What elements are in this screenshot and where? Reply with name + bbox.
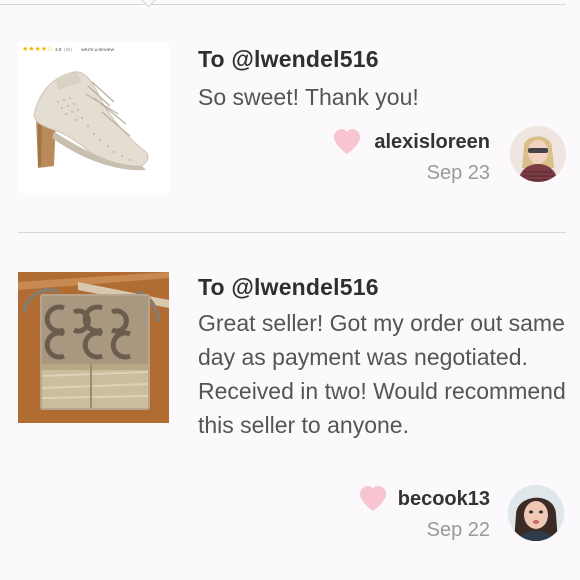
review-divider: [18, 232, 566, 233]
review-date: Sep 23: [426, 162, 490, 184]
heart-icon[interactable]: [332, 128, 362, 156]
shoe-image: ★★★★☆ 3.8 (28) WRITE A REVIEW: [18, 42, 169, 193]
avatar[interactable]: [510, 126, 566, 182]
review-message: Great seller! Got my order out same day …: [198, 310, 566, 438]
handbag-image: [18, 272, 169, 423]
heart-icon[interactable]: [358, 485, 388, 513]
svg-text:★★★★☆: ★★★★☆: [22, 45, 53, 53]
avatar-image: [510, 126, 566, 182]
product-thumbnail[interactable]: [18, 272, 169, 423]
rating-stars: ★★★★☆: [22, 45, 53, 53]
product-rating-text: 3.8: [55, 47, 62, 52]
review-message: So sweet! Thank you!: [198, 84, 419, 110]
write-review-link: WRITE A REVIEW: [81, 47, 114, 52]
avatar[interactable]: [508, 485, 564, 541]
avatar-image: [508, 485, 564, 541]
product-rating-count: (28): [64, 47, 73, 52]
reviewer-username[interactable]: becook13: [398, 488, 490, 511]
review-recipient: To @lwendel516: [198, 274, 379, 300]
top-divider: [0, 4, 566, 5]
review-recipient: To @lwendel516: [198, 46, 379, 72]
product-thumbnail[interactable]: ★★★★☆ 3.8 (28) WRITE A REVIEW: [18, 42, 169, 193]
review-date: Sep 22: [426, 519, 490, 541]
reviewer-username[interactable]: alexisloreen: [374, 131, 490, 154]
